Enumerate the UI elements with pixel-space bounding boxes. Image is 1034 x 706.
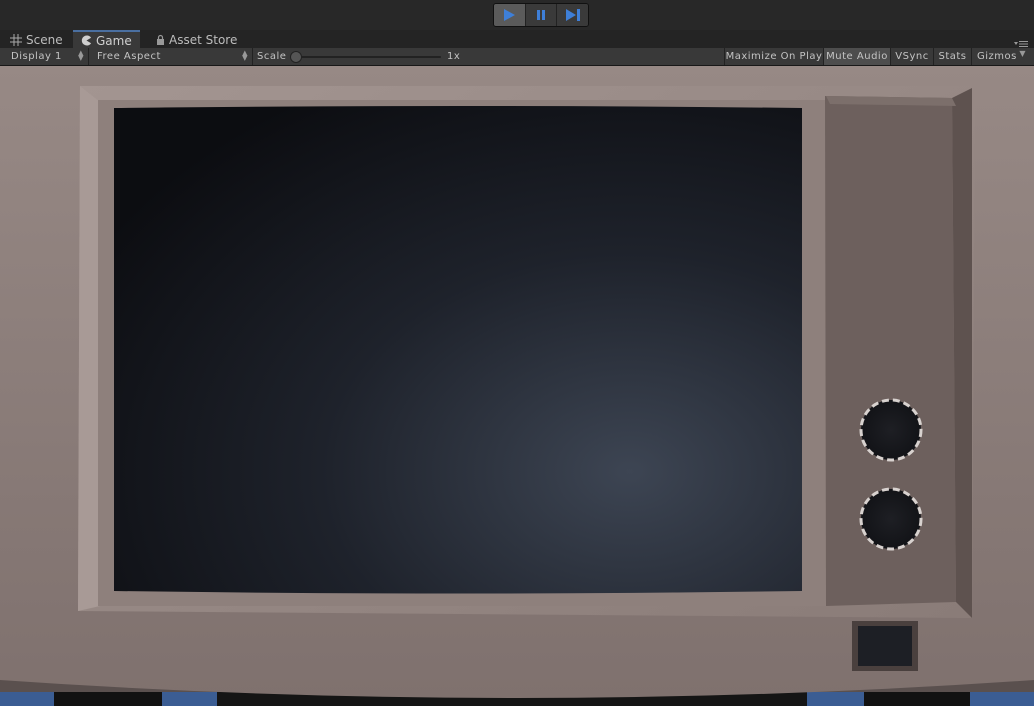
aspect-label: Free Aspect: [97, 51, 161, 62]
grid-icon: [10, 33, 22, 46]
vsync-label: VSync: [895, 51, 929, 62]
play-button[interactable]: [494, 4, 526, 26]
scale-value: 1x: [447, 51, 461, 62]
game-toolbar: Display 1 ▲ ▼ Free Aspect ▲ ▼ Scale 1x Max…: [0, 48, 1034, 66]
pacman-icon: [81, 35, 92, 46]
chevron-down-icon: ▼: [1019, 49, 1026, 58]
tab-game[interactable]: Game: [73, 30, 140, 49]
display-dropdown[interactable]: Display 1 ▲ ▼: [0, 48, 88, 65]
gizmos-dropdown[interactable]: Gizmos ▼: [971, 48, 1029, 65]
volume-knob: [859, 398, 923, 462]
arcade-cabinet: [0, 66, 1034, 698]
gizmos-label: Gizmos: [977, 51, 1017, 62]
dropdown-arrows-icon: ▲ ▼: [78, 49, 84, 62]
stats-toggle[interactable]: Stats: [933, 48, 971, 65]
mute-label: Mute Audio: [826, 51, 888, 62]
tuning-knob: [859, 487, 923, 551]
play-controls: [493, 3, 589, 27]
tab-bar: Scene Game Asset Store: [0, 30, 1034, 49]
scale-slider-handle[interactable]: [290, 51, 302, 63]
step-button[interactable]: [557, 4, 588, 26]
pause-icon: [537, 10, 545, 20]
scale-label: Scale: [257, 51, 287, 62]
mute-audio-toggle[interactable]: Mute Audio: [823, 48, 890, 65]
divider: [252, 48, 253, 65]
maximize-label: Maximize On Play: [725, 51, 823, 62]
tab-asset-store[interactable]: Asset Store: [148, 31, 245, 48]
tab-label: Scene: [26, 32, 63, 47]
game-view[interactable]: [0, 66, 1034, 706]
tab-label: Game: [96, 33, 132, 48]
aspect-dropdown[interactable]: Free Aspect ▲ ▼: [89, 48, 252, 65]
display-label: Display 1: [11, 51, 62, 62]
lock-icon: [157, 34, 164, 45]
tab-label: Asset Store: [169, 32, 238, 47]
scale-slider-track[interactable]: [291, 56, 441, 58]
play-toolbar: [0, 0, 1034, 30]
stats-label: Stats: [938, 51, 967, 62]
power-button: [858, 626, 912, 666]
vsync-toggle[interactable]: VSync: [890, 48, 933, 65]
tab-scene[interactable]: Scene: [2, 31, 71, 48]
play-icon: [504, 9, 516, 21]
pause-button[interactable]: [525, 4, 558, 26]
maximize-on-play-toggle[interactable]: Maximize On Play: [724, 48, 823, 65]
dropdown-arrows-icon: ▲ ▼: [242, 49, 248, 62]
step-icon: [565, 9, 580, 21]
